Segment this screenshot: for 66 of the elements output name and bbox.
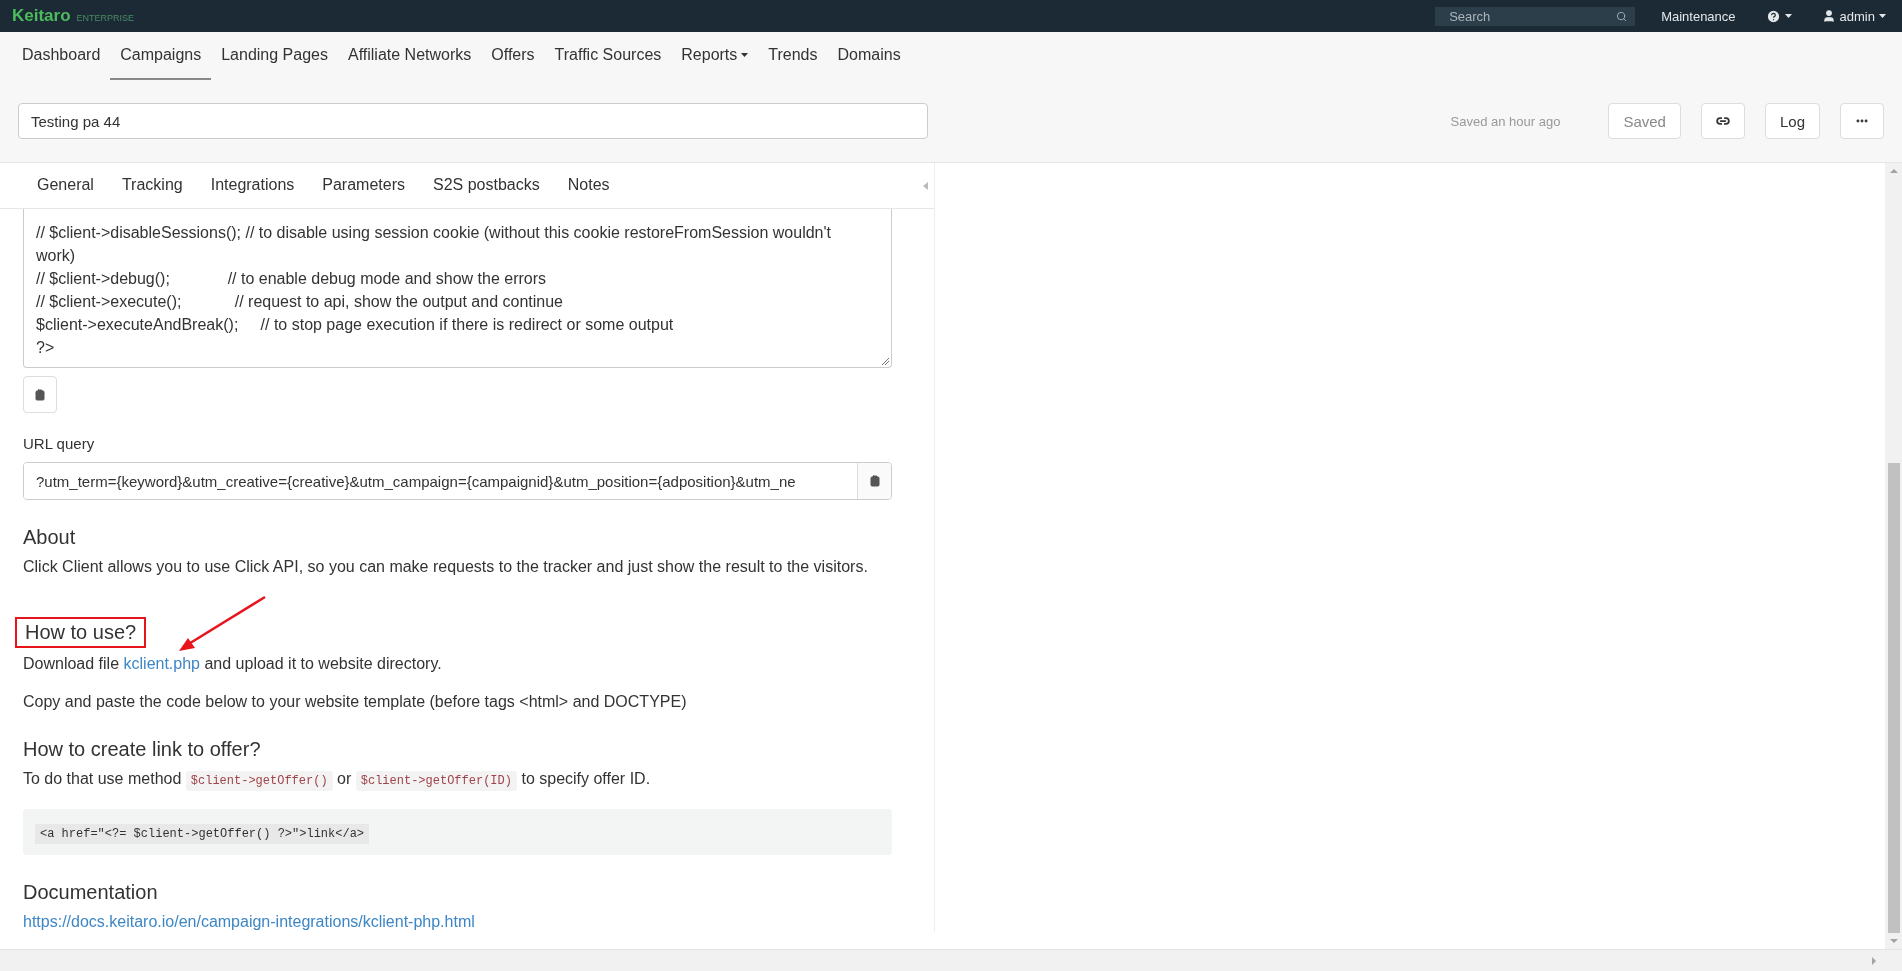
section-heading: How to use? [15,617,147,648]
horizontal-scrollbar[interactable] [0,949,1902,971]
more-button[interactable] [1840,103,1884,139]
link-button[interactable] [1700,103,1745,139]
tab[interactable]: Integrations [196,163,309,208]
edition-label: ENTERPRISE [76,12,135,23]
section-heading: About [23,526,76,549]
user-menu[interactable]: admin [1821,8,1886,24]
scroll-down-icon[interactable] [1889,937,1898,945]
paragraph: To do that use method $client->getOffer() or $client->getOffer(ID) to specify offer ID. [23,769,892,791]
user-icon [1821,9,1836,23]
save-status: Saved an hour ago [1450,113,1561,129]
caret-icon [1879,14,1886,18]
tab[interactable]: Parameters [308,163,419,208]
code-line: // $client->disableSessions(); // to disable using session cookie (without this cookie restoreFromSession wouldn't work) [36,223,832,266]
help-icon [1765,8,1781,24]
search-icon [1616,10,1628,22]
nav-item[interactable]: Trends [758,32,828,80]
tab[interactable]: S2S postbacks [419,163,554,208]
tab[interactable]: Tracking [107,163,197,208]
code-textarea[interactable] [23,209,892,368]
code-line: ?> [36,338,56,358]
caret-icon [1784,14,1792,18]
link-icon [1715,114,1730,128]
maintenance-menu[interactable]: Maintenance [1661,8,1736,24]
documentation-link[interactable]: https://docs.keitaro.io/en/campaign-integrations/kclient-php.html [23,913,475,930]
section-heading: Documentation [23,881,158,904]
paragraph: Download file kclient.php and upload it to website directory. [23,654,443,674]
campaign-name-field[interactable]: Testing pa 44 [18,103,928,139]
nav-item[interactable]: Traffic Sources [544,32,672,80]
tab[interactable]: General [23,163,108,208]
tab[interactable]: Notes [553,163,624,208]
field-label: URL query [23,435,96,452]
nav-item[interactable]: Offers [481,32,545,80]
nav-item[interactable]: Campaigns [110,32,212,80]
code-snippet: <a href="<?= $client->getOffer() ?>">link</a> [35,824,370,844]
paragraph: Click Client allows you to use Click API, so you can make requests to the tracker and just show the result to the visitors. [23,557,869,577]
section-heading: How to create link to offer? [23,738,261,761]
collapse-icon[interactable] [923,182,928,190]
nav-item[interactable]: Reports [671,32,759,80]
nav-item[interactable]: Dashboard [12,32,111,80]
copy-button[interactable] [23,376,57,413]
nav-item[interactable]: Landing Pages [211,32,338,80]
resize-grip-icon[interactable] [881,357,889,365]
nav-item[interactable]: Affiliate Networks [338,32,482,80]
help-menu[interactable] [1765,8,1792,24]
code-line: $client->executeAndBreak(); // to stop page execution if there is redirect or some output [36,315,675,335]
clipboard-icon [34,388,46,401]
code-line: // $client->debug(); // to enable debug mode and show the errors [36,269,548,289]
caret-icon [741,53,749,57]
search-input[interactable]: Search [1447,7,1617,25]
paragraph: Copy and paste the code below to your website template (before tags <html> and DOCTYPE) [23,692,688,712]
inline-code: $client->getOffer() [185,771,333,791]
header-button[interactable]: Log [1764,103,1820,139]
inline-code: $client->getOffer(ID) [355,771,517,791]
logo[interactable]: Keitaro [12,6,71,26]
clipboard-icon [868,475,881,487]
nav-item[interactable]: Domains [827,32,911,80]
code-line: // $client->execute(); // request to api, show the output and continue [36,292,564,312]
vertical-scrollbar[interactable] [1885,163,1902,949]
scroll-up-icon[interactable] [1889,167,1898,175]
scroll-right-icon[interactable] [1870,956,1878,965]
file-link[interactable]: kclient.php [123,655,200,672]
scrollbar-thumb[interactable] [1887,463,1900,933]
search-field[interactable]: Search [1435,6,1636,26]
copy-button[interactable] [857,463,891,499]
